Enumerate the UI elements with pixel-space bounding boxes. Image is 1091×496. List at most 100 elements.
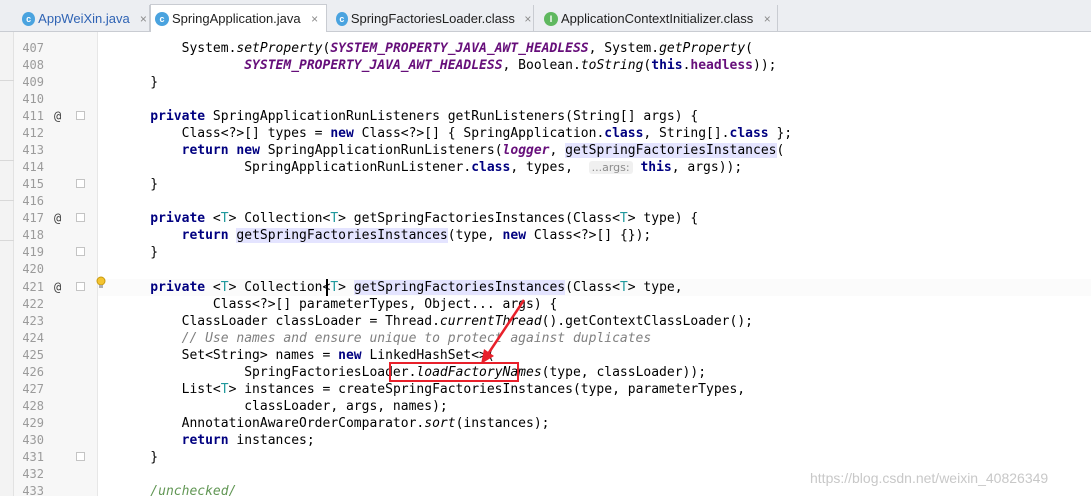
tab-springfactoriesloader[interactable]: c SpringFactoriesLoader.class ×: [332, 5, 534, 32]
code-line-433: /unchecked/: [119, 484, 237, 496]
fold-toggle-icon[interactable]: [76, 452, 85, 461]
line-number: 420: [22, 262, 44, 276]
code-token: System.: [119, 41, 237, 56]
code-token: <: [212, 211, 221, 226]
override-marker-icon[interactable]: @: [54, 108, 61, 125]
code-token: };: [768, 126, 793, 141]
fold-toggle-icon[interactable]: [76, 111, 85, 120]
code-token: T: [619, 280, 628, 295]
code-token: this: [651, 58, 683, 73]
line-number: 411: [22, 109, 44, 123]
code-token: Class<?>[] {});: [526, 228, 652, 243]
left-tool-strip: [0, 32, 14, 496]
line-number: 428: [22, 399, 44, 413]
code-token: private: [119, 280, 213, 295]
code-token: , Boolean.: [502, 58, 581, 73]
code-token: private: [119, 109, 213, 124]
close-icon[interactable]: ×: [523, 12, 533, 26]
code-token: Class<?>[] { SpringApplication.: [353, 126, 605, 141]
code-token: ClassLoader classLoader = Thread.: [119, 314, 440, 329]
line-number: 415: [22, 177, 44, 191]
fold-toggle-icon[interactable]: [76, 179, 85, 188]
close-icon[interactable]: ×: [309, 12, 321, 26]
line-number: 433: [22, 484, 44, 496]
code-token: List<: [119, 382, 221, 397]
code-token: > instances = createSpringFactoriesInsta…: [228, 382, 746, 397]
fold-toggle-icon[interactable]: [76, 247, 85, 256]
code-token: > type,: [627, 280, 683, 295]
code-token: > Collection<: [228, 211, 331, 226]
parameter-hint: ...args:: [588, 161, 633, 174]
code-line-423: ClassLoader classLoader = Thread.current…: [119, 313, 753, 330]
line-number: 431: [22, 450, 44, 464]
override-marker-icon[interactable]: @: [54, 210, 61, 227]
code-token: getSpringFactoriesInstances: [353, 280, 566, 295]
code-token: setProperty: [236, 41, 323, 56]
line-number: 425: [22, 348, 44, 362]
code-token: new: [502, 228, 527, 243]
code-line-419: }: [119, 245, 159, 260]
code-line-429: AnnotationAwareOrderComparator.sort(inst…: [119, 415, 550, 432]
line-number: 422: [22, 297, 44, 311]
annotation-highlight-box: [389, 362, 519, 382]
code-token: (instances);: [455, 416, 550, 431]
text-caret: [326, 279, 328, 296]
code-line-415: }: [119, 177, 159, 192]
code-token: SpringApplicationRunListener.: [119, 160, 472, 175]
tab-appweixin[interactable]: c AppWeiXin.java ×: [18, 5, 150, 32]
code-line-418: return getSpringFactoriesInstances(type,…: [119, 227, 651, 244]
java-class-icon: c: [22, 11, 36, 26]
strip-divider: [0, 80, 14, 81]
line-number: 423: [22, 314, 44, 328]
code-line-408: SYSTEM_PROPERTY_JAVA_AWT_HEADLESS, Boole…: [119, 57, 776, 74]
code-token: , args));: [671, 160, 743, 175]
code-token: SYSTEM_PROPERTY_JAVA_AWT_HEADLESS: [244, 58, 503, 73]
code-token: (: [745, 41, 753, 56]
code-line-409: }: [119, 75, 159, 90]
code-token: > getSpringFactoriesInstances(Class<: [338, 211, 620, 226]
line-number: 409: [22, 75, 44, 89]
tab-label: AppWeiXin.java: [38, 11, 130, 26]
code-line-424: // Use names and ensure unique to protec…: [119, 331, 652, 346]
close-icon[interactable]: ×: [761, 12, 773, 26]
code-token: sort: [424, 416, 456, 431]
code-line-421: private <T> Collection<T> getSpringFacto…: [119, 279, 683, 296]
editor-tab-bar: c AppWeiXin.java × c SpringApplication.j…: [0, 0, 1091, 32]
code-token: private: [119, 211, 213, 226]
line-number: 410: [22, 92, 44, 106]
fold-toggle-icon[interactable]: [76, 282, 85, 291]
line-number: 413: [22, 143, 44, 157]
code-token: SpringApplicationRunListeners(: [259, 143, 503, 158]
close-icon[interactable]: ×: [138, 12, 149, 26]
code-token: , System.: [588, 41, 660, 56]
interface-file-icon: I: [544, 11, 558, 26]
code-token: (Class<: [565, 280, 620, 295]
code-line-431: }: [119, 450, 159, 465]
line-number: 429: [22, 416, 44, 430]
tab-springapplication[interactable]: c SpringApplication.java ×: [150, 4, 327, 32]
code-line-422: Class<?>[] parameterTypes, Object... arg…: [119, 297, 558, 312]
code-token: getProperty: [659, 41, 746, 56]
code-token: T: [220, 211, 229, 226]
fold-toggle-icon[interactable]: [76, 213, 85, 222]
line-number: 414: [22, 160, 44, 174]
tab-label: SpringFactoriesLoader.class: [350, 11, 515, 26]
code-line-427: List<T> instances = createSpringFactorie…: [119, 381, 746, 398]
code-token: SpringFactoriesLoader.: [119, 365, 417, 380]
lightbulb-icon[interactable]: [96, 276, 106, 290]
code-token: (: [776, 143, 785, 158]
override-marker-icon[interactable]: @: [54, 279, 61, 296]
line-number: 416: [22, 194, 44, 208]
code-token: instances;: [228, 433, 315, 448]
code-token: T: [220, 382, 229, 397]
java-class-icon: c: [155, 11, 169, 26]
code-token: logger: [502, 143, 550, 158]
code-line-417: private <T> Collection<T> getSpringFacto…: [119, 210, 698, 227]
code-token: , types,: [510, 160, 589, 175]
code-token: (type,: [447, 228, 503, 243]
code-line-413: return new SpringApplicationRunListeners…: [119, 142, 784, 159]
tab-applicationcontextinitializer[interactable]: I ApplicationContextInitializer.class ×: [540, 5, 778, 32]
code-token: AnnotationAwareOrderComparator.: [119, 416, 425, 431]
